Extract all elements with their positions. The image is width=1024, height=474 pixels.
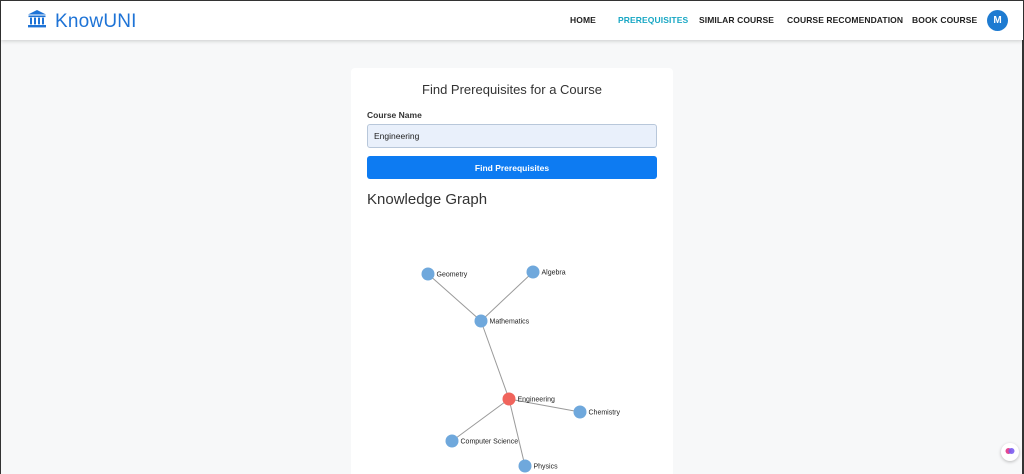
- graph-node-label-algebra: Algebra: [542, 270, 566, 277]
- brand-logo[interactable]: KnowUNI: [27, 9, 137, 34]
- graph-edge-mathematics-engineering: [480, 320, 510, 400]
- graph-node-label-computer-science: Computer Science: [461, 439, 519, 446]
- graph-edge-geometry-mathematics: [427, 273, 482, 322]
- top-navbar: KnowUNI HOME PREREQUISITES SIMILAR COURS…: [1, 0, 1023, 40]
- graph-node-label-physics: Physics: [534, 464, 559, 471]
- nav-book-course[interactable]: BOOK COURSE: [912, 15, 977, 25]
- graph-edge-engineering-physics: [508, 398, 526, 467]
- university-icon: [27, 9, 47, 34]
- graph-node-mathematics[interactable]: [474, 314, 488, 328]
- nav-course-recomendation[interactable]: COURSE RECOMENDATION: [787, 15, 903, 25]
- graph-node-geometry[interactable]: [421, 267, 435, 281]
- user-avatar[interactable]: M: [987, 10, 1008, 31]
- graph-node-algebra[interactable]: [526, 265, 540, 279]
- graph-node-computer-science[interactable]: [445, 434, 459, 448]
- prerequisites-card: Find Prerequisites for a Course Course N…: [351, 68, 673, 474]
- assistant-icon: [1005, 443, 1015, 461]
- brand-name: KnowUNI: [55, 10, 137, 32]
- graph-edge-algebra-mathematics: [480, 271, 534, 322]
- graph-node-label-geometry: Geometry: [437, 272, 468, 279]
- nav-home[interactable]: HOME: [570, 15, 596, 25]
- graph-node-engineering[interactable]: [502, 392, 516, 406]
- graph-node-label-chemistry: Chemistry: [589, 410, 621, 417]
- graph-node-label-mathematics: Mathematics: [490, 319, 530, 326]
- nav-prerequisites[interactable]: PREREQUISITES: [618, 15, 688, 25]
- knowledge-graph[interactable]: Geometry Algebra Mathematics Engineering Che…: [351, 68, 673, 474]
- graph-node-chemistry[interactable]: [573, 405, 587, 419]
- graph-edge-engineering-computer_science: [451, 398, 510, 442]
- assistant-button[interactable]: [1001, 443, 1019, 461]
- graph-node-label-engineering: Engineering: [518, 397, 555, 404]
- graph-node-physics[interactable]: [518, 459, 532, 473]
- nav-similar-course[interactable]: SIMILAR COURSE: [699, 15, 774, 25]
